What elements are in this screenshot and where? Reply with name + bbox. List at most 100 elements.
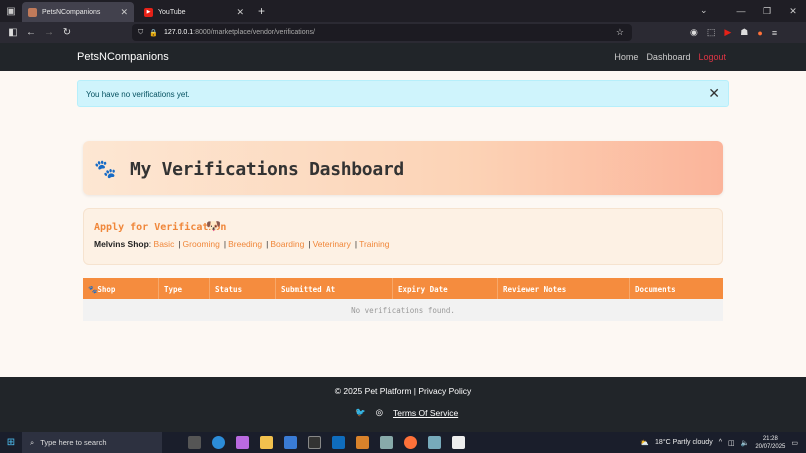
notepad-icon[interactable] <box>452 436 465 449</box>
store-icon[interactable] <box>284 436 297 449</box>
dashboard-banner: 🐾 My Verifications Dashboard <box>83 141 723 195</box>
col-reviewer-notes: Reviewer Notes <box>498 278 630 299</box>
tab-title: PetsNCompanions <box>42 8 101 16</box>
outlook-icon[interactable] <box>332 436 345 449</box>
footer-social: 🐦 ◎ Terms Of Service <box>355 407 458 418</box>
col-expiry-date: Expiry Date <box>393 278 498 299</box>
empty-table-message: No verifications found. <box>83 299 723 321</box>
close-tab-icon[interactable]: ✕ <box>236 7 244 18</box>
start-windows-icon[interactable]: ⊞ <box>0 437 22 448</box>
pinned-apps <box>188 436 465 449</box>
minimize-icon[interactable]: — <box>728 6 754 16</box>
site-header: PetsNCompanions Home Dashboard Logout <box>0 43 806 71</box>
paw-icon: 🐾 <box>88 285 98 294</box>
col-documents: Documents <box>635 285 676 294</box>
page-title: My Verifications Dashboard <box>130 159 404 180</box>
verifications-table: 🐾Shop Type Status Submitted At Expiry Da… <box>83 278 723 321</box>
col-status: Status <box>210 278 276 299</box>
shield-icon: ⛉ <box>138 28 144 36</box>
weather-text[interactable]: 18°C Partly cloudy <box>655 439 713 446</box>
nav-dashboard-link[interactable]: Dashboard <box>646 52 690 62</box>
app-icon[interactable] <box>428 436 441 449</box>
app-icon[interactable] <box>380 436 393 449</box>
volume-icon[interactable]: 🔈 <box>741 439 750 447</box>
col-type: Type <box>159 278 210 299</box>
dog-icon: 🐶 <box>206 219 221 233</box>
network-icon[interactable]: ◫ <box>728 439 735 447</box>
verify-boarding-link[interactable]: Boarding <box>270 239 304 249</box>
pets-favicon-icon <box>28 7 37 17</box>
window-menu-icon[interactable]: ▣ <box>0 0 22 22</box>
apply-verification-card: Apply for Verification 🐶 Melvins Shop: B… <box>83 208 723 265</box>
nav-home-link[interactable]: Home <box>614 52 638 62</box>
site-nav: Home Dashboard Logout <box>614 52 726 62</box>
terms-of-service-link[interactable]: Terms Of Service <box>393 408 458 418</box>
firefox-account-icon[interactable]: ● <box>757 28 762 38</box>
url-bar[interactable]: ⛉ 🔒 127.0.0.1 :8000/marketplace/vendor/v… <box>132 24 632 41</box>
clock-date: 20/07/2025 <box>755 443 786 450</box>
verify-training-link[interactable]: Training <box>359 239 389 249</box>
site-footer: © 2025 Pet Platform | Privacy Policy 🐦 ◎… <box>0 377 806 432</box>
browser-tab-bar: ▣ PetsNCompanions ✕ ▶ YouTube ✕ + ⌄ — ❐ … <box>0 0 806 22</box>
back-icon[interactable]: ← <box>22 27 40 38</box>
sidebar-toggle-icon[interactable]: ◧ <box>4 27 22 38</box>
verify-veterinary-link[interactable]: Veterinary <box>313 239 351 249</box>
paw-icon: 🐾 <box>94 159 117 179</box>
shop-name: Melvins Shop <box>94 239 149 249</box>
reload-icon[interactable]: ↻ <box>58 27 76 38</box>
lock-icon: 🔒 <box>149 29 158 37</box>
notification-icon[interactable]: ▭ <box>791 439 798 447</box>
file-explorer-icon[interactable] <box>260 436 273 449</box>
firefox-icon[interactable] <box>404 436 417 449</box>
verify-basic-link[interactable]: Basic <box>154 239 175 249</box>
url-host: 127.0.0.1 <box>163 29 194 36</box>
edge-icon[interactable] <box>212 436 225 449</box>
footer-copyright: © 2025 Pet Platform | Privacy Policy <box>0 386 806 396</box>
alert-message: You have no verifications yet. <box>86 90 190 99</box>
extensions-icon[interactable]: ⬚ <box>707 27 716 38</box>
list-tabs-chevron-icon[interactable]: ⌄ <box>700 5 708 16</box>
windows-taskbar: ⊞ ⌕ Type here to search ⛅ 18°C Partly cl… <box>0 432 806 453</box>
alert-close-icon[interactable]: ✕ <box>708 86 720 100</box>
taskbar-search[interactable]: ⌕ Type here to search <box>22 432 162 453</box>
bookmark-star-icon[interactable]: ☆ <box>616 27 624 38</box>
clock[interactable]: 21:28 20/07/2025 <box>755 435 785 451</box>
account-icon[interactable]: ◉ <box>690 27 698 38</box>
instagram-icon[interactable]: ◎ <box>376 407 383 418</box>
terminal-icon[interactable] <box>308 436 321 449</box>
col-submitted-at: Submitted At <box>276 278 393 299</box>
copyright-text: © 2025 Pet Platform | <box>334 386 419 396</box>
col-shop: 🐾Shop <box>83 278 159 299</box>
youtube-ext-icon[interactable]: ▶ <box>724 27 731 38</box>
menu-icon[interactable]: ≡ <box>772 28 777 38</box>
close-window-icon[interactable]: ✕ <box>780 6 806 17</box>
twitter-icon[interactable]: 🐦 <box>355 407 366 418</box>
nav-logout-link[interactable]: Logout <box>698 52 726 62</box>
brand-logo[interactable]: PetsNCompanions <box>77 51 169 63</box>
tray-chevron-icon[interactable]: ^ <box>719 439 722 446</box>
system-tray: ⛅ 18°C Partly cloudy ^ ◫ 🔈 21:28 20/07/2… <box>640 432 798 453</box>
task-view-icon[interactable] <box>188 436 201 449</box>
weather-icon: ⛅ <box>640 439 650 447</box>
verify-breeding-link[interactable]: Breeding <box>228 239 262 249</box>
privacy-policy-link[interactable]: Privacy Policy <box>418 386 471 396</box>
search-icon: ⌕ <box>30 437 35 447</box>
maximize-icon[interactable]: ❐ <box>754 6 780 17</box>
close-tab-icon[interactable]: ✕ <box>120 7 128 18</box>
notification-ext-icon[interactable]: ☗ <box>740 27 748 38</box>
taskbar-search-placeholder: Type here to search <box>40 438 107 447</box>
app-icon[interactable] <box>356 436 369 449</box>
info-alert: You have no verifications yet. ✕ <box>77 80 729 107</box>
table-header: 🐾Shop Type Status Submitted At Expiry Da… <box>83 278 723 299</box>
new-tab-icon[interactable]: + <box>258 4 265 18</box>
forward-icon[interactable]: → <box>40 27 58 38</box>
youtube-favicon-icon: ▶ <box>144 7 153 17</box>
url-path: :8000/marketplace/vendor/verifications/ <box>193 29 315 36</box>
clock-time: 21:28 <box>762 435 778 442</box>
verify-grooming-link[interactable]: Grooming <box>183 239 220 249</box>
shop-verification-line: Melvins Shop: Basic | Grooming | Breeding | Bo… <box>94 239 390 249</box>
copilot-icon[interactable] <box>236 436 249 449</box>
tab-petsncompanions[interactable]: PetsNCompanions ✕ <box>22 2 134 22</box>
tab-youtube[interactable]: ▶ YouTube ✕ <box>138 2 250 22</box>
tab-title: YouTube <box>158 8 186 16</box>
